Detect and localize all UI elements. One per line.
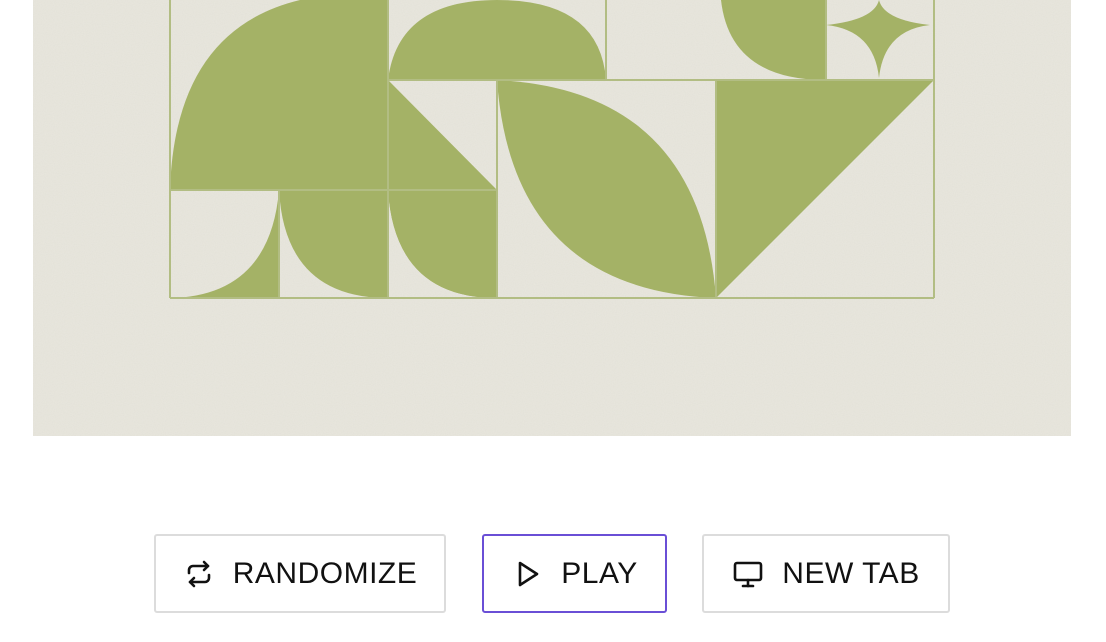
monitor-icon <box>732 558 764 590</box>
generative-artwork <box>33 0 1071 436</box>
artwork-canvas <box>33 0 1071 436</box>
new-tab-label: NEW TAB <box>782 556 920 590</box>
randomize-button[interactable]: RANDOMIZE <box>154 534 446 613</box>
play-label: PLAY <box>561 556 638 590</box>
play-icon <box>511 558 543 590</box>
control-bar: RANDOMIZE PLAY NEW TAB <box>0 534 1106 613</box>
play-button[interactable]: PLAY <box>482 534 667 613</box>
new-tab-button[interactable]: NEW TAB <box>702 534 950 613</box>
repeat-icon <box>183 558 215 590</box>
randomize-label: RANDOMIZE <box>232 556 418 590</box>
